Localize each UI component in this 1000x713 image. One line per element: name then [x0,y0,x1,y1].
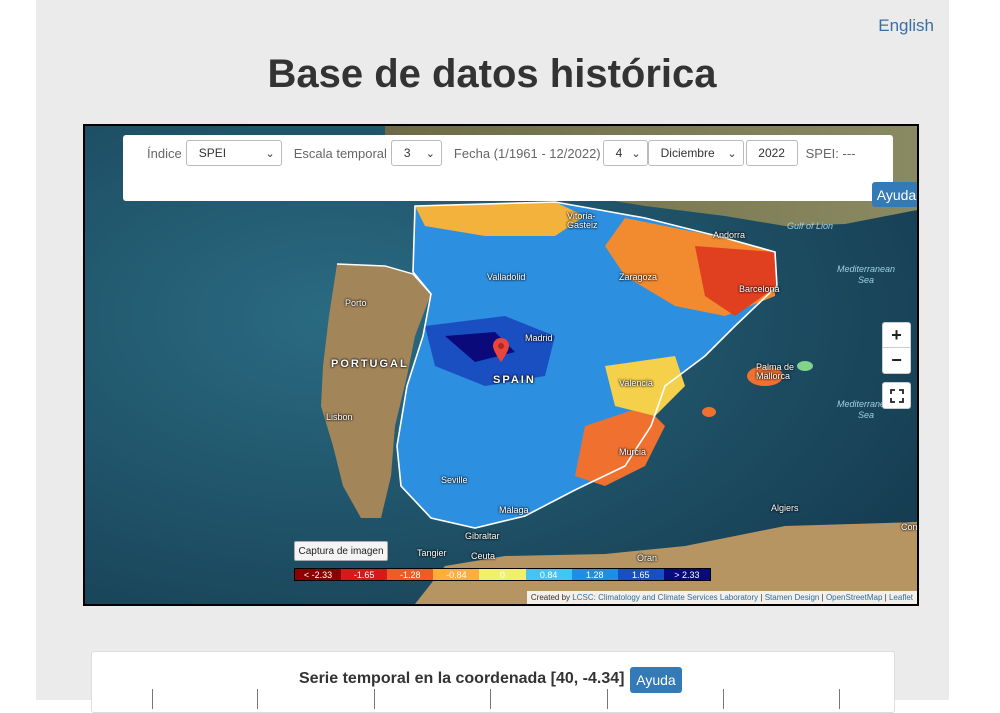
city-label: Málaga [499,505,529,515]
chevron-down-icon: ⌄ [265,147,275,160]
zoom-out-button[interactable]: − [883,347,910,372]
country-label: SPAIN [493,374,536,386]
time-series-panel: Serie temporal en la coordenada [40, -4.… [91,651,895,713]
legend-item: > 2.33 [663,569,710,580]
stamen-link[interactable]: Stamen Design [765,593,820,602]
fecha-label: Fecha (1/1961 - 12/2022) [453,145,601,161]
indice-label: Índice [147,145,182,161]
city-label: Barcelona [739,284,780,294]
escala-select[interactable]: 3 ⌄ [390,140,442,166]
city-label: Tangier [417,548,447,558]
map-help-button[interactable]: Ayuda [872,182,917,207]
sea-label: Mediterranean Sea [837,264,896,285]
legend-item: 0 [479,569,526,580]
language-link[interactable]: English [878,16,934,36]
spei-legend: < -2.33 -1.65 -1.28 -0.84 0 0.84 1.28 1.… [294,568,711,581]
city-label: Valladolid [487,272,526,282]
month-select[interactable]: Diciembre ⌄ [647,140,744,166]
axis-tick [839,689,840,709]
city-label: Con [901,522,918,532]
legend-item: -0.84 [433,569,480,580]
fullscreen-icon [889,388,904,403]
map-viewport[interactable]: Índice SPEI ⌄ Escala temporal 3 ⌄ Fecha … [83,124,919,606]
indice-value: SPEI [198,146,227,160]
day-select[interactable]: 4 ⌄ [602,140,648,166]
day-value: 4 [615,146,623,160]
chevron-down-icon: ⌄ [425,147,435,160]
attribution-separator: | [821,593,824,602]
city-label: Andorra [713,230,746,240]
map-control-panel: Índice SPEI ⌄ Escala temporal 3 ⌄ Fecha … [123,135,917,207]
axis-tick [257,689,258,709]
indice-select[interactable]: SPEI ⌄ [185,140,282,166]
year-input[interactable]: 2022 [745,140,798,166]
fullscreen-button[interactable] [882,382,911,409]
city-label: Porto [345,298,367,308]
time-series-title: Serie temporal en la coordenada [40, -4.… [299,670,625,687]
chevron-down-icon: ⌄ [631,147,641,160]
sea-label: Gulf of Lion [787,221,834,231]
zoom-control: + − [882,322,911,374]
escala-value: 3 [403,146,411,160]
country-label: PORTUGAL [331,358,409,370]
legend-item: < -2.33 [295,569,342,580]
city-label: Algiers [771,503,799,513]
control-row: Índice SPEI ⌄ Escala temporal 3 ⌄ Fecha … [123,139,855,167]
chevron-down-icon: ⌄ [727,147,737,160]
city-label: Vitoria- Gasteiz [567,211,598,230]
city-label: Zaragoza [619,272,658,282]
city-label: Palma de Mallorca [756,362,795,381]
city-label: Valencia [619,378,653,388]
city-label: Seville [441,475,468,485]
legend-item: 0.84 [525,569,572,580]
osm-link[interactable]: OpenStreetMap [826,593,882,602]
axis-tick [374,689,375,709]
city-label: Lisbon [326,412,353,422]
attribution-separator: | [760,593,763,602]
axis-tick [607,689,608,709]
attribution-prefix: Created by [530,593,571,602]
zoom-in-button[interactable]: + [883,323,910,347]
attribution-separator: | [884,593,887,602]
series-axis-ticks [152,689,852,709]
legend-item: -1.28 [387,569,434,580]
month-value: Diciembre [660,146,715,160]
spei-readout: SPEI: --- [805,145,856,161]
location-marker-icon[interactable] [493,338,509,362]
page-title: Base de datos histórica [267,52,717,96]
city-label: Murcia [619,447,647,457]
axis-tick [723,689,724,709]
axis-tick [152,689,153,709]
city-label: Madrid [525,333,553,343]
screenshot-button[interactable]: Captura de imagen [294,541,388,561]
escala-label: Escala temporal [293,145,387,161]
city-label: Gibraltar [465,531,500,541]
axis-tick [490,689,491,709]
city-label: Oran [637,553,658,563]
lcsc-link[interactable]: LCSC: Climatology and Climate Services L… [572,593,758,602]
leaflet-link[interactable]: Leaflet [889,593,913,602]
city-label: Ceuta [471,551,496,561]
map-attribution: Created by LCSC: Climatology and Climate… [526,591,917,604]
legend-item: 1.28 [571,569,618,580]
legend-item: 1.65 [617,569,664,580]
legend-item: -1.65 [341,569,388,580]
